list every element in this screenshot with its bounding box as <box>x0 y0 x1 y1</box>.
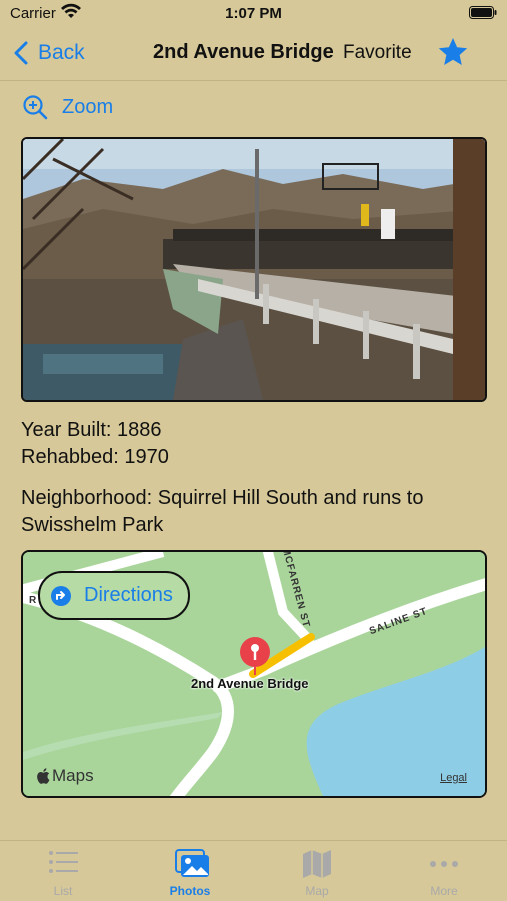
maps-attribution-label: Maps <box>52 766 94 785</box>
directions-icon <box>51 585 71 606</box>
zoom-button[interactable]: Zoom <box>22 93 113 121</box>
status-bar: Carrier 1:07 PM <box>0 0 507 28</box>
photos-icon <box>175 849 209 877</box>
battery-icon <box>469 6 497 19</box>
apple-logo-icon <box>37 768 50 784</box>
bridge-photo[interactable] <box>21 137 487 402</box>
navigation-bar: Back 2nd Avenue Bridge Favorite <box>0 28 507 81</box>
list-icon <box>49 851 78 873</box>
tab-more[interactable]: More <box>381 841 507 901</box>
map-pin-label: 2nd Avenue Bridge <box>191 676 309 691</box>
back-button[interactable]: Back <box>14 38 85 68</box>
back-label: Back <box>38 41 85 64</box>
tab-bar: List Photos Map More <box>0 840 507 901</box>
maps-attribution: Maps <box>37 766 94 786</box>
favorite-label: Favorite <box>343 42 412 63</box>
tab-more-label: More <box>430 884 458 898</box>
favorite-star-icon[interactable] <box>437 36 469 68</box>
tab-map-label: Map <box>305 884 329 898</box>
legal-link[interactable]: Legal <box>440 772 467 784</box>
more-icon <box>430 861 458 867</box>
tab-photos[interactable]: Photos <box>127 841 253 901</box>
tab-list-label: List <box>53 884 73 898</box>
year-built-text: Year Built: 1886 <box>21 419 162 441</box>
location-map[interactable]: SALINE ST MCFARREN ST R 2nd Avenue Bridg… <box>21 550 487 798</box>
zoom-label: Zoom <box>62 95 114 118</box>
zoom-in-icon <box>23 95 48 120</box>
status-time: 1:07 PM <box>225 5 282 22</box>
neighborhood-text-line2: Swisshelm Park <box>21 514 164 536</box>
chevron-left-icon <box>14 41 28 65</box>
tab-photos-label: Photos <box>169 884 211 898</box>
rehabbed-text: Rehabbed: 1970 <box>21 446 169 468</box>
directions-label: Directions <box>84 584 173 606</box>
map-pin-icon[interactable] <box>237 636 273 676</box>
directions-button[interactable]: Directions <box>38 571 190 620</box>
bridge-photo-illustration <box>23 139 485 400</box>
map-icon <box>303 850 331 878</box>
neighborhood-text-line1: Neighborhood: Squirrel Hill South and ru… <box>21 487 424 509</box>
tab-map[interactable]: Map <box>254 841 380 901</box>
page-title: 2nd Avenue Bridge <box>153 41 334 63</box>
street-label-r: R <box>29 595 38 606</box>
tab-list[interactable]: List <box>0 841 126 901</box>
